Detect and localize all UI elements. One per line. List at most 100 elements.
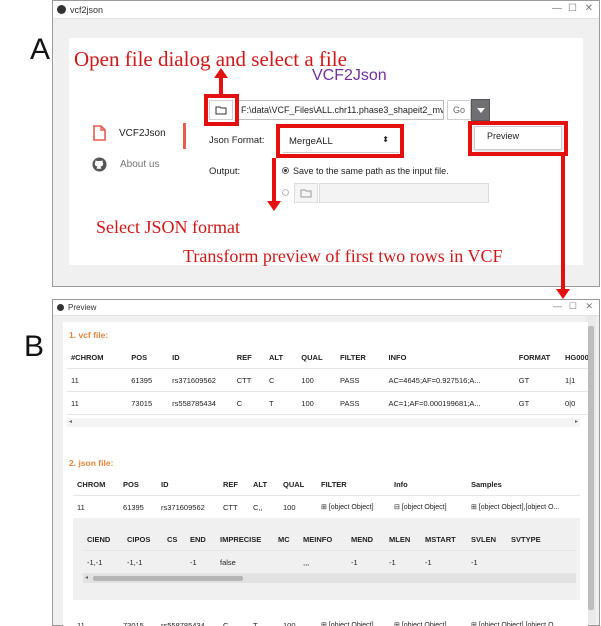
file-icon xyxy=(93,125,106,141)
table-cell: -1 xyxy=(421,550,467,574)
go-dropdown-toggle[interactable] xyxy=(471,99,490,121)
json-section-title: 2. json file: xyxy=(69,458,114,468)
minimize-icon[interactable]: — xyxy=(552,3,562,14)
column-header: MEND xyxy=(347,528,385,551)
maximize-icon[interactable]: ☐ xyxy=(568,3,577,14)
column-header: REF xyxy=(232,346,266,369)
table-header-row: CHROM POS ID REF ALT QUAL FILTER Info Sa… xyxy=(73,473,580,496)
table-cell: rs558785434 xyxy=(157,614,219,626)
output-label: Output: xyxy=(209,166,241,177)
minimize-icon[interactable]: — xyxy=(553,301,562,311)
folder-icon xyxy=(300,189,312,198)
column-header: SVTYPE xyxy=(507,528,576,551)
table-cell: -1,-1 xyxy=(123,550,163,574)
output-same-path-radio[interactable] xyxy=(282,167,289,174)
table-cell: 100 xyxy=(297,368,337,392)
column-header: FILTER xyxy=(336,346,385,369)
info-expand-cell[interactable]: ⊞ [object Object] xyxy=(390,614,467,626)
json-format-highlight xyxy=(276,124,404,158)
info-collapse-cell[interactable]: ⊟ [object Object] xyxy=(390,495,467,519)
table-cell: ,,, xyxy=(299,550,347,574)
table-cell: -1 xyxy=(385,550,421,574)
column-header: ALT xyxy=(265,346,298,369)
close-icon[interactable]: ✕ xyxy=(585,3,593,14)
table-cell: 11 xyxy=(73,495,119,519)
arrow-shaft xyxy=(272,158,276,202)
arrow-down-icon xyxy=(267,201,281,211)
radio-dot xyxy=(284,169,287,172)
filter-expand-cell[interactable]: ⊞ [object Object] xyxy=(317,495,390,519)
table-header-row: CIEND CIPOS CS END IMPRECISE MC MEINFO M… xyxy=(83,528,576,551)
sidebar-item-label: About us xyxy=(120,159,160,170)
sidebar-item-vcf2json[interactable]: VCF2Json xyxy=(92,125,166,141)
preview-highlight xyxy=(468,121,568,156)
column-header: REF xyxy=(219,473,249,496)
chevron-down-icon xyxy=(477,108,485,113)
column-header: CIEND xyxy=(83,528,123,551)
json-table: CHROM POS ID REF ALT QUAL FILTER Info Sa… xyxy=(73,473,580,519)
close-icon[interactable]: ✕ xyxy=(585,301,593,312)
column-header: ID xyxy=(157,473,219,496)
json-format-label: Json Format: xyxy=(209,135,265,146)
preview-window: Preview — ☐ ✕ 1. vcf file: #CHROM POS ID… xyxy=(52,299,600,626)
table-row[interactable]: 11 61395 rs371609562 CTT C,, 100 ⊞ [obje… xyxy=(73,495,580,519)
column-header: POS xyxy=(119,473,157,496)
table-cell: PASS xyxy=(336,368,385,392)
column-header: FILTER xyxy=(317,473,390,496)
table-cell: -1 xyxy=(186,550,216,574)
table-cell: C,, xyxy=(249,495,279,519)
annotation-transform-preview: Transform preview of first two rows in V… xyxy=(183,246,503,266)
table-cell: CTT xyxy=(232,368,266,392)
table-cell: PASS xyxy=(336,391,385,415)
filter-expand-cell[interactable]: ⊞ [object Object] xyxy=(317,614,390,626)
output-option-text: Save to the same path as the input file. xyxy=(293,166,449,176)
table-cell: -1 xyxy=(347,550,385,574)
info-horizontal-scrollbar[interactable]: ◂ xyxy=(83,574,576,583)
table-cell: 100 xyxy=(279,614,317,626)
table-cell: AC=4645;AF=0.927516;A... xyxy=(384,368,515,392)
maximize-icon[interactable]: ☐ xyxy=(569,301,577,312)
table-cell: false xyxy=(216,550,274,574)
window-titlebar: Preview xyxy=(53,300,599,316)
scroll-left-icon[interactable]: ◂ xyxy=(85,574,88,581)
table-row[interactable]: 11 73015 rs558785434 C T,, 100 ⊞ [object… xyxy=(73,614,580,626)
table-cell: 11 xyxy=(67,368,128,392)
scroll-left-icon[interactable]: ◂ xyxy=(69,418,72,425)
table-cell: 11 xyxy=(73,614,119,626)
column-header: ALT xyxy=(249,473,279,496)
table-cell: 1|1 xyxy=(561,368,588,392)
column-header: Info xyxy=(390,473,467,496)
scroll-thumb[interactable] xyxy=(93,576,243,581)
column-header: HG0009 xyxy=(561,346,588,369)
github-icon xyxy=(92,157,107,172)
samples-expand-cell[interactable]: ⊞ [object Object],[object O... xyxy=(467,614,580,626)
samples-expand-cell[interactable]: ⊞ [object Object],[object O... xyxy=(467,495,580,519)
arrow-down-icon xyxy=(556,289,570,299)
table-cell: 61395 xyxy=(119,495,157,519)
table-cell: 100 xyxy=(279,495,317,519)
output-folder-button[interactable] xyxy=(294,183,318,203)
table-cell: AC=1;AF=0.000199681;A... xyxy=(384,391,515,415)
table-row[interactable]: -1,-1 -1,-1 -1 false ,,, -1 -1 -1 -1 xyxy=(83,550,576,574)
file-path-input[interactable]: F:\data\VCF_Files\ALL.chr11.phase3_shape… xyxy=(236,100,444,120)
column-header: CHROM xyxy=(73,473,119,496)
output-custom-radio[interactable] xyxy=(282,189,289,196)
column-header: POS xyxy=(127,346,169,369)
table-cell: CTT xyxy=(219,495,249,519)
column-header: SVLEN xyxy=(467,528,507,551)
table-row[interactable]: 11 61395 rs371609562 CTT C 100 PASS AC=4… xyxy=(67,368,588,392)
scroll-thumb[interactable] xyxy=(588,326,594,610)
table-cell: C xyxy=(219,614,249,626)
table-row[interactable]: 11 73015 rs558785434 C T 100 PASS AC=1;A… xyxy=(67,391,588,415)
arrow-shaft xyxy=(219,77,223,95)
table-cell: -1,-1 xyxy=(83,550,123,574)
annotation-select-json: Select JSON format xyxy=(96,217,240,237)
vcf-horizontal-scrollbar[interactable]: ◂ ▸ xyxy=(67,418,580,427)
scroll-right-icon[interactable]: ▸ xyxy=(575,418,578,425)
column-header: #CHROM xyxy=(67,346,128,369)
app-icon xyxy=(57,304,64,311)
table-cell: C xyxy=(232,391,266,415)
sidebar-item-about[interactable]: About us xyxy=(92,157,159,172)
output-path-input[interactable] xyxy=(319,183,489,203)
go-button[interactable]: Go xyxy=(447,100,471,120)
